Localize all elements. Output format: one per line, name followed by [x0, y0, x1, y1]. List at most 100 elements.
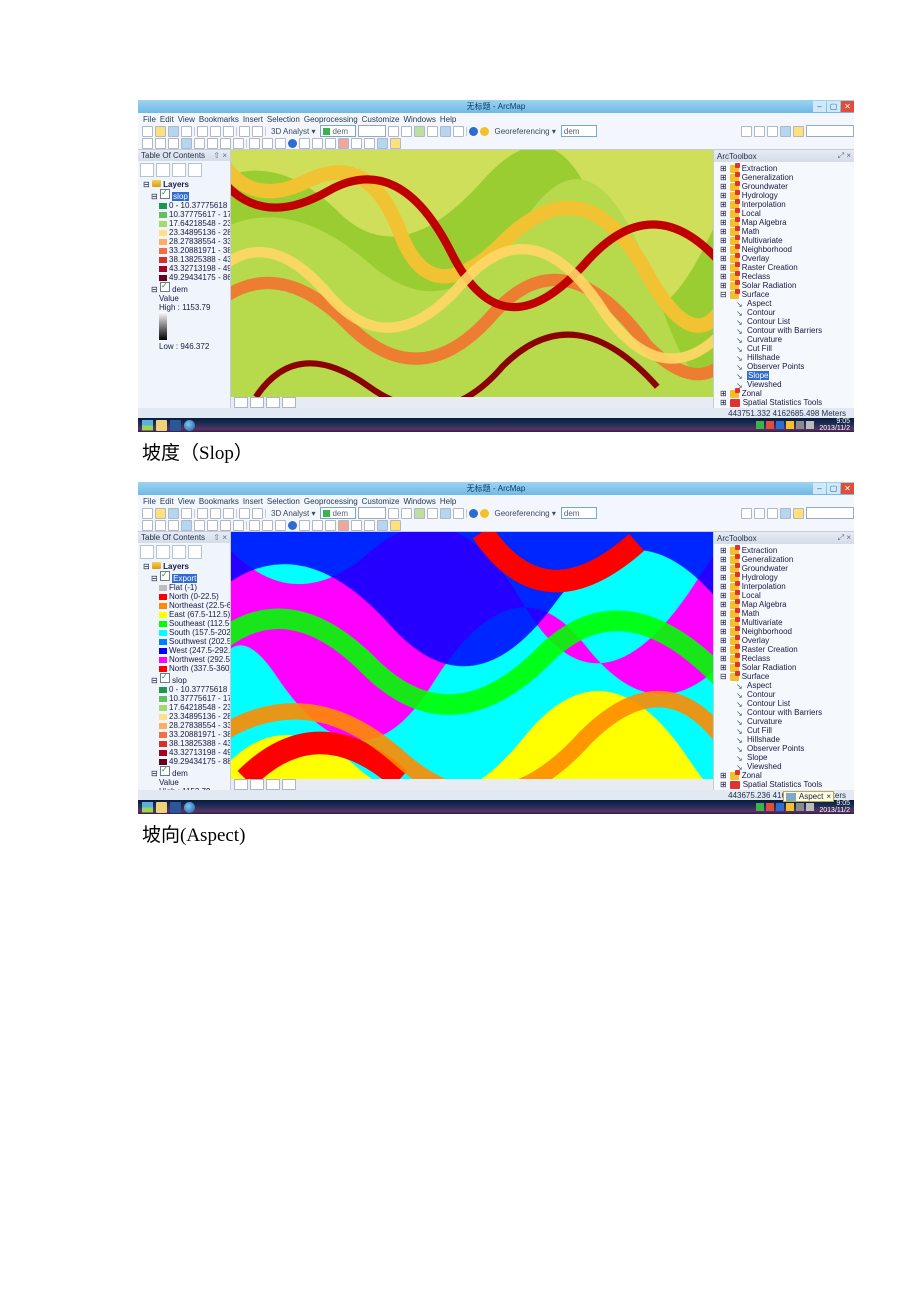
minimize-button[interactable]: – — [813, 483, 826, 494]
surface-tool-cut-fill[interactable]: Cut Fill — [718, 726, 852, 735]
checkbox-icon[interactable] — [160, 189, 170, 199]
toolbox-group-surface[interactable]: ⊟ Surface — [718, 290, 852, 299]
toc-tab-selection[interactable] — [188, 163, 202, 177]
map-canvas[interactable] — [231, 150, 713, 397]
sketch-icon[interactable] — [754, 126, 765, 137]
toc-class-item[interactable]: 28.27838554 - 33. — [141, 721, 228, 730]
toolbox-icon[interactable] — [390, 138, 401, 149]
hyperlink-icon[interactable] — [299, 138, 310, 149]
goto-xy-icon[interactable] — [351, 520, 362, 531]
copy-icon[interactable] — [210, 508, 221, 519]
undo-icon[interactable] — [239, 126, 250, 137]
html-popup-icon[interactable] — [312, 520, 323, 531]
toc-class-item[interactable]: 17.64218548 - 23. — [141, 703, 228, 712]
pan-icon[interactable] — [168, 520, 179, 531]
taskbar-clock[interactable]: 9:052013/11/2 — [819, 418, 850, 432]
toc-class-item[interactable]: 38.13825388 - 43.32 — [141, 255, 228, 264]
menu-edit[interactable]: Edit — [160, 497, 174, 506]
surface-tool-observer-points[interactable]: Observer Points — [718, 744, 852, 753]
pan-icon[interactable] — [168, 138, 179, 149]
identify-icon[interactable] — [288, 521, 297, 530]
menu-view[interactable]: View — [178, 497, 195, 506]
toc-class-item[interactable]: North (337.5-360) — [141, 664, 228, 673]
redo-icon[interactable] — [252, 126, 263, 137]
fixed-zoom-out-icon[interactable] — [207, 138, 218, 149]
pin-icon[interactable]: ⇧ × — [213, 533, 227, 542]
edit-tool-icon[interactable] — [741, 508, 752, 519]
copy-icon[interactable] — [210, 126, 221, 137]
find-icon[interactable] — [338, 520, 349, 531]
tray-icon[interactable] — [796, 803, 804, 811]
undock-icon[interactable]: ⤢ × — [838, 151, 851, 161]
maximize-button[interactable]: ▢ — [827, 483, 840, 494]
tray-icon[interactable] — [766, 803, 774, 811]
toc-class-item[interactable]: 0 - 10.37775618 — [141, 201, 228, 210]
maximize-button[interactable]: ▢ — [827, 101, 840, 112]
analyst-dropdown[interactable]: 3D Analyst ▾ — [271, 127, 315, 136]
toc-class-item[interactable]: 33.20881971 - 38. — [141, 730, 228, 739]
fixed-zoom-out-icon[interactable] — [207, 520, 218, 531]
add-icon[interactable] — [414, 508, 425, 519]
toc-class-item[interactable]: 38.13825388 - 43. — [141, 739, 228, 748]
html-popup-icon[interactable] — [312, 138, 323, 149]
cut-icon[interactable] — [197, 126, 208, 137]
tray-icon[interactable] — [806, 803, 814, 811]
toc-class-item[interactable]: Southwest (202.5- — [141, 637, 228, 646]
toc-layer-slop[interactable]: ⊟ slop — [141, 189, 228, 201]
tray-icon[interactable] — [806, 421, 814, 429]
map-canvas[interactable] — [231, 532, 713, 779]
toc-class-item[interactable]: South (157.5-202. — [141, 628, 228, 637]
toolbox-icon[interactable] — [390, 520, 401, 531]
surface-tool-observer-points[interactable]: Observer Points — [718, 362, 852, 371]
find-icon[interactable] — [338, 138, 349, 149]
toc-class-item[interactable]: 23.34895136 - 28. — [141, 712, 228, 721]
system-tray[interactable]: 9:052013/11/2 — [756, 418, 850, 432]
redo-icon[interactable] — [252, 508, 263, 519]
analyst-tool-select[interactable] — [358, 125, 386, 137]
checkbox-icon[interactable] — [160, 282, 170, 292]
layout-view-tab[interactable] — [250, 397, 264, 408]
start-button[interactable] — [142, 420, 153, 431]
measure-icon[interactable] — [767, 126, 778, 137]
menu-help[interactable]: Help — [440, 497, 456, 506]
word-icon[interactable] — [170, 420, 181, 431]
toc-class-item[interactable]: 49.29434175 - 86.15 — [141, 273, 228, 282]
menu-geoprocessing[interactable]: Geoprocessing — [304, 115, 358, 124]
system-tray[interactable]: 9:052013/11/2 — [756, 800, 850, 814]
interpolate-icon[interactable] — [388, 508, 399, 519]
viewer-icon[interactable] — [377, 520, 388, 531]
tray-icon[interactable] — [756, 803, 764, 811]
toc-layer-slop[interactable]: ⊟ slop — [141, 673, 228, 685]
surface-tool-slope[interactable]: Slope — [718, 753, 852, 762]
refresh-button[interactable] — [266, 397, 280, 408]
menu-windows[interactable]: Windows — [403, 115, 435, 124]
profile-icon[interactable] — [401, 508, 412, 519]
pin-icon[interactable]: ⇧ × — [213, 151, 227, 160]
word-icon[interactable] — [170, 802, 181, 813]
surface-tool-curvature[interactable]: Curvature — [718, 335, 852, 344]
toolbox-group-spatial-statistics-tools[interactable]: ⊞ Spatial Statistics Tools — [718, 780, 852, 789]
cut-icon[interactable] — [197, 508, 208, 519]
table-icon[interactable] — [453, 508, 464, 519]
toc-tab-source[interactable] — [156, 545, 170, 559]
search-input[interactable] — [806, 507, 854, 519]
measure-icon[interactable] — [767, 508, 778, 519]
analyst-layer-select[interactable]: dem — [320, 507, 356, 519]
surface-tool-hillshade[interactable]: Hillshade — [718, 735, 852, 744]
toc-tab-visibility[interactable] — [172, 545, 186, 559]
data-view-tab[interactable] — [234, 397, 248, 408]
toolbox-tree[interactable]: ⊞ Extraction⊞ Generalization⊞ Groundwate… — [714, 162, 854, 408]
surface-tool-aspect[interactable]: Aspect — [718, 299, 852, 308]
surface-tool-contour-with-barriers[interactable]: Contour with Barriers — [718, 708, 852, 717]
start-button[interactable] — [142, 802, 153, 813]
toc-tab-visibility[interactable] — [172, 163, 186, 177]
fixed-zoom-in-icon[interactable] — [194, 138, 205, 149]
menu-bookmarks[interactable]: Bookmarks — [199, 497, 239, 506]
toc-class-item[interactable]: 33.20881971 - 38.13 — [141, 246, 228, 255]
table-icon[interactable] — [453, 126, 464, 137]
arcmap-taskbar-icon[interactable] — [184, 802, 195, 813]
explorer-icon[interactable] — [156, 420, 167, 431]
analyst-layer-select[interactable]: dem — [320, 125, 356, 137]
toc-class-item[interactable]: Flat (-1) — [141, 583, 228, 592]
open-icon[interactable] — [155, 126, 166, 137]
